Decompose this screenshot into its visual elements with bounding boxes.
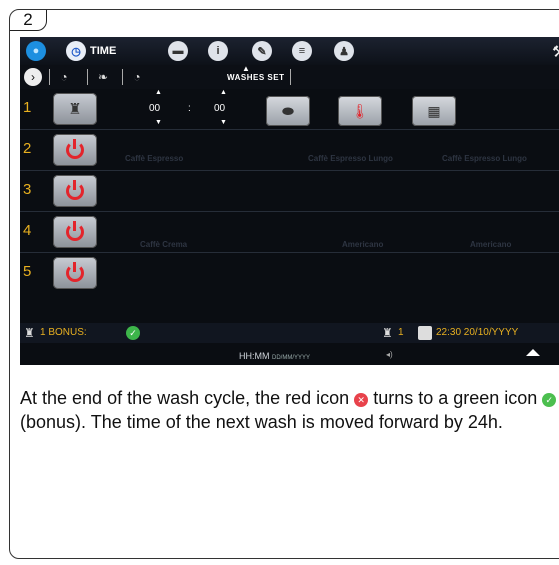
power-icon <box>66 221 84 241</box>
power-button[interactable] <box>53 134 97 166</box>
speaker-icon: ◂) <box>386 350 393 359</box>
divider <box>290 69 291 85</box>
cup-icon[interactable]: ▬ <box>168 41 188 61</box>
milk-bottle-icon: 🌡 <box>351 102 369 119</box>
instruction-card: 2 ● ◷ TIME ▬ i ✎ ≡ ♟ ⚒ › ◔ ❧ ◔ ▲ WASHES … <box>9 9 559 559</box>
power-button[interactable] <box>53 257 97 289</box>
red-x-icon: ✕ <box>354 393 369 407</box>
tab-time[interactable]: TIME <box>90 45 116 57</box>
pencil-icon[interactable]: ✎ <box>252 41 272 61</box>
bottom-strip: HH:MM DD/MM/YYYY ◂) <box>20 343 559 365</box>
scroll-up-icon[interactable] <box>526 349 540 356</box>
divider <box>87 69 88 85</box>
faint-label: Caffè Espresso Lungo <box>442 154 527 163</box>
row-number: 1 <box>23 99 32 116</box>
minutes-field[interactable]: 00 <box>214 103 225 114</box>
hours-field[interactable]: 00 <box>149 103 160 114</box>
minute-down-icon[interactable]: ▼ <box>220 119 227 126</box>
power-icon <box>66 180 84 200</box>
divider <box>122 69 123 85</box>
faint-label: Caffè Crema <box>140 240 188 249</box>
wash-row: 2 Caffè Espresso Caffè Espresso Lungo Ca… <box>20 130 559 171</box>
info-icon[interactable]: i <box>208 41 228 61</box>
power-icon <box>66 262 84 282</box>
faint-label: Caffè Espresso <box>125 154 184 163</box>
caret-up-icon: ▲ <box>242 64 250 73</box>
green-check-icon: ✓ <box>542 393 557 407</box>
step-number: 2 <box>10 10 47 31</box>
wash-row: 1 ♜ ▲ 00 ▼ : ▲ 00 ▼ ⬬ 🌡 ▦ <box>20 89 559 130</box>
status-bar: ♜ 1 BONUS: ✓ ♜ 1 22:30 20/10/YYYY <box>20 323 559 343</box>
wash-counter: 1 <box>398 327 404 338</box>
timer-alt-icon[interactable]: ◔ <box>128 68 146 86</box>
row-number: 3 <box>23 181 32 198</box>
coffee-bean-button[interactable]: ⬬ <box>266 96 310 126</box>
bonus-label: 1 BONUS: <box>40 327 87 338</box>
wash-row: 3 <box>20 171 559 212</box>
tablet-button[interactable]: ▦ <box>412 96 456 126</box>
sub-tab-bar: › ◔ ❧ ◔ ▲ WASHES SET <box>20 64 559 89</box>
caption-text: At the end of the wash cycle, the red ic… <box>20 386 559 434</box>
hour-up-icon[interactable]: ▲ <box>155 89 162 96</box>
coffee-bean-icon: ⬬ <box>282 102 294 119</box>
faint-label: Americano <box>470 240 512 249</box>
wash-person-button[interactable]: ♜ <box>53 93 97 125</box>
power-button[interactable] <box>53 216 97 248</box>
play-icon[interactable]: › <box>24 68 42 86</box>
row-number: 4 <box>23 222 32 239</box>
device-screen: ● ◷ TIME ▬ i ✎ ≡ ♟ ⚒ › ◔ ❧ ◔ ▲ WASHES SE… <box>20 37 559 365</box>
minute-up-icon[interactable]: ▲ <box>220 89 227 96</box>
milk-temperature-button[interactable]: 🌡 <box>338 96 382 126</box>
check-icon: ✓ <box>126 326 140 340</box>
wash-row: 4 Caffè Crema Americano Americano <box>20 212 559 253</box>
power-button[interactable] <box>53 175 97 207</box>
wash-row: 5 <box>20 253 559 293</box>
wash-person-icon: ♜ <box>382 326 393 340</box>
faint-label: Americano <box>342 240 384 249</box>
time-colon: : <box>188 103 191 114</box>
wrench-icon[interactable]: ⚒ <box>552 42 559 62</box>
wash-person-icon: ♜ <box>24 326 35 340</box>
row-number: 5 <box>23 263 32 280</box>
time-format-hint: HH:MM DD/MM/YYYY <box>239 351 311 361</box>
faint-label: Caffè Espresso Lungo <box>308 154 393 163</box>
water-drop-icon[interactable]: ● <box>26 41 46 61</box>
tab-washes-set[interactable]: WASHES SET <box>227 73 284 82</box>
tablet-icon: ▦ <box>427 102 441 119</box>
power-icon <box>66 139 84 159</box>
divider <box>49 69 50 85</box>
row-number: 2 <box>23 140 32 157</box>
top-tab-bar: ● ◷ TIME ▬ i ✎ ≡ ♟ ⚒ <box>20 37 559 65</box>
calendar-icon <box>418 326 432 340</box>
clock-icon[interactable]: ◷ <box>66 41 86 61</box>
user-icon[interactable]: ♟ <box>334 41 354 61</box>
hour-down-icon[interactable]: ▼ <box>155 119 162 126</box>
timer-icon[interactable]: ◔ <box>55 68 73 86</box>
list-icon[interactable]: ≡ <box>292 41 312 61</box>
next-wash-datetime: 22:30 20/10/YYYY <box>436 327 519 338</box>
leaf-icon[interactable]: ❧ <box>94 68 112 86</box>
